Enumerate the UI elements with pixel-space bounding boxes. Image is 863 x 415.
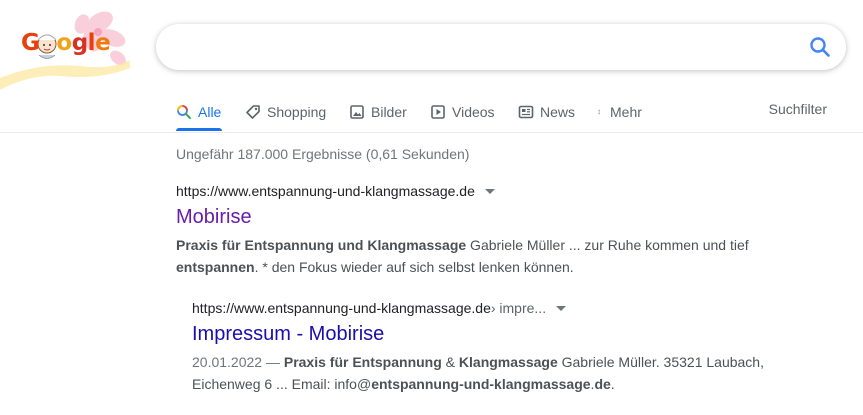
tab-videos[interactable]: Videos — [430, 101, 495, 123]
active-tab-indicator — [176, 128, 222, 131]
doodle-wordmark: Gogle — [21, 30, 111, 56]
tab-label: News — [540, 104, 576, 120]
search-icon — [810, 37, 830, 57]
result-title-link[interactable]: Impressum - Mobirise — [192, 321, 792, 347]
tab-bilder[interactable]: Bilder — [349, 101, 407, 123]
search-result: https://www.entspannung-und-klangmassage… — [176, 183, 776, 278]
result-snippet: Praxis für Entspannung und Klangmassage … — [176, 237, 749, 275]
result-breadcrumb: › impre... — [490, 300, 547, 316]
logo-letter-e: e — [95, 30, 111, 56]
search-tabs: Alle Shopping Bilder Videos News Mehr Su… — [0, 92, 863, 133]
logo-letter-l: l — [87, 30, 96, 56]
tab-news[interactable]: News — [518, 101, 575, 123]
search-icon — [177, 105, 191, 119]
logo-letter-o: o — [56, 30, 72, 56]
tab-label: Alle — [198, 104, 222, 120]
result-url: https://www.entspannung-und-klangmassage… — [192, 300, 792, 316]
search-button[interactable] — [808, 35, 832, 59]
result-menu-caret-icon[interactable] — [556, 305, 567, 311]
news-icon — [518, 105, 534, 119]
result-menu-caret-icon[interactable] — [484, 188, 495, 194]
image-icon — [350, 105, 364, 119]
result-title-link[interactable]: Mobirise — [176, 204, 776, 230]
result-snippet: 20.01.2022 — Praxis für Entspannung & Kl… — [192, 354, 764, 392]
search-results-page: Gogle Alle Shopping Bilder Videos News M… — [0, 0, 863, 415]
result-url: https://www.entspannung-und-klangmassage… — [176, 183, 776, 199]
tab-shopping[interactable]: Shopping — [245, 101, 326, 123]
tab-alle[interactable]: Alle — [176, 101, 221, 123]
tab-label: Bilder — [371, 104, 407, 120]
search-input[interactable] — [176, 24, 800, 72]
tag-icon — [246, 105, 260, 119]
more-vert-icon — [598, 109, 600, 115]
logo-letter-g2: g — [71, 30, 88, 56]
google-doodle-logo[interactable]: Gogle — [0, 0, 150, 100]
logo-letter-g: G — [21, 30, 40, 56]
result-stats: Ungefähr 187.000 Ergebnisse (0,61 Sekund… — [176, 146, 470, 162]
tab-label: Mehr — [610, 104, 642, 120]
tab-label: Shopping — [267, 104, 327, 120]
result-url-text[interactable]: https://www.entspannung-und-klangmassage… — [176, 183, 475, 199]
result-url-text[interactable]: https://www.entspannung-und-klangmassage… — [192, 300, 491, 316]
search-result-indented: https://www.entspannung-und-klangmassage… — [192, 300, 792, 395]
result-date: 20.01.2022 — — [192, 354, 284, 370]
tab-label: Videos — [452, 104, 495, 120]
search-box — [156, 24, 846, 72]
suchfilter-button[interactable]: Suchfilter — [769, 101, 827, 117]
play-icon — [431, 105, 445, 119]
tab-mehr[interactable]: Mehr — [598, 101, 642, 123]
